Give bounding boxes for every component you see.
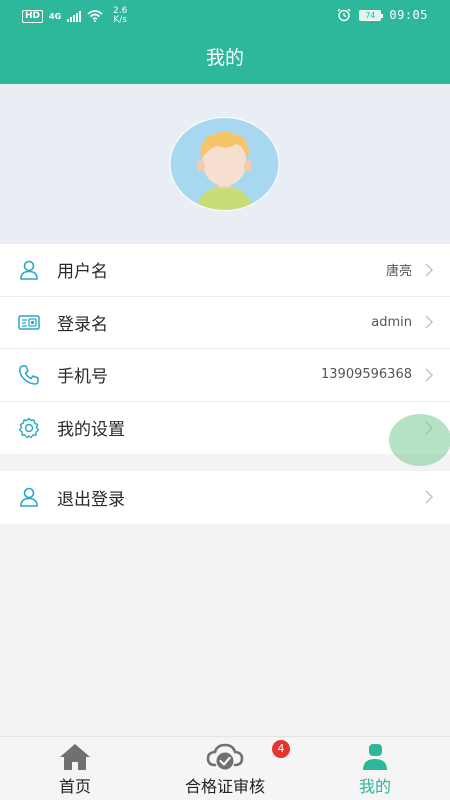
logout-label: 退出登录 bbox=[57, 489, 125, 510]
touch-ripple bbox=[389, 414, 450, 466]
person-icon bbox=[363, 744, 387, 770]
user-icon bbox=[20, 260, 38, 280]
speed-unit: K/s bbox=[113, 15, 127, 25]
profile-header bbox=[0, 84, 450, 244]
tab-home[interactable]: 首页 bbox=[30, 737, 120, 800]
clock: 09:05 bbox=[389, 8, 428, 22]
signal-icon bbox=[67, 10, 82, 22]
tab-label: 首页 bbox=[58, 777, 91, 796]
menu-item-value: 唐亮 bbox=[385, 264, 412, 280]
chevron-right-icon bbox=[425, 490, 434, 504]
battery-indicator: 74 bbox=[359, 9, 384, 21]
menu-item-label: 我的设置 bbox=[57, 420, 125, 441]
page-title: 我的 bbox=[205, 47, 244, 69]
tab-mine[interactable]: 我的 bbox=[330, 737, 420, 800]
chevron-right-icon bbox=[425, 315, 434, 329]
alarm-icon bbox=[337, 8, 351, 22]
menu-item-login-name[interactable]: 登录名 admin bbox=[0, 297, 450, 349]
logout-group: 退出登录 bbox=[0, 471, 450, 524]
child-avatar-icon[interactable] bbox=[168, 116, 281, 212]
id-card-icon bbox=[18, 315, 40, 330]
home-icon bbox=[60, 744, 90, 770]
menu-item-username[interactable]: 用户名 唐亮 bbox=[0, 244, 450, 297]
status-right: 74 09:05 bbox=[337, 8, 428, 22]
menu-item-value: 13909596368 bbox=[321, 367, 412, 383]
menu-item-value: admin bbox=[371, 314, 412, 330]
bottom-nav: 首页 合格证审核 我的 bbox=[0, 736, 450, 800]
menu-item-label: 手机号 bbox=[57, 367, 108, 388]
network-type: 4G bbox=[49, 11, 62, 21]
menu-item-label: 登录名 bbox=[57, 314, 108, 335]
cloud-check-icon bbox=[206, 743, 244, 770]
chevron-right-icon bbox=[425, 263, 434, 277]
profile-info-list: 用户名 唐亮 登录名 admin 手机号 13909596368 我的设置 bbox=[0, 244, 450, 454]
logout-button[interactable]: 退出登录 bbox=[0, 471, 450, 524]
gear-icon bbox=[18, 417, 40, 438]
chevron-right-icon bbox=[425, 368, 434, 382]
menu-item-phone[interactable]: 手机号 13909596368 bbox=[0, 349, 450, 402]
hd-indicator: HD bbox=[22, 9, 44, 23]
status-bar: HD 4G 2.6 K/s 74 09:05 bbox=[0, 0, 450, 32]
tab-label: 合格证审核 bbox=[184, 777, 265, 796]
status-left: HD 4G 2.6 K/s bbox=[22, 7, 131, 25]
menu-item-settings[interactable]: 我的设置 bbox=[0, 402, 450, 455]
wifi-icon bbox=[87, 10, 103, 22]
app-bar: 我的 bbox=[0, 32, 450, 84]
network-speed: 2.6 K/s bbox=[109, 7, 131, 25]
menu-item-label: 用户名 bbox=[57, 262, 108, 283]
phone-icon bbox=[19, 365, 39, 385]
user-icon bbox=[20, 487, 38, 508]
tab-label: 我的 bbox=[358, 777, 391, 796]
tab-certificate-review[interactable]: 合格证审核 bbox=[165, 737, 285, 800]
notification-badge: 4 bbox=[272, 740, 290, 758]
